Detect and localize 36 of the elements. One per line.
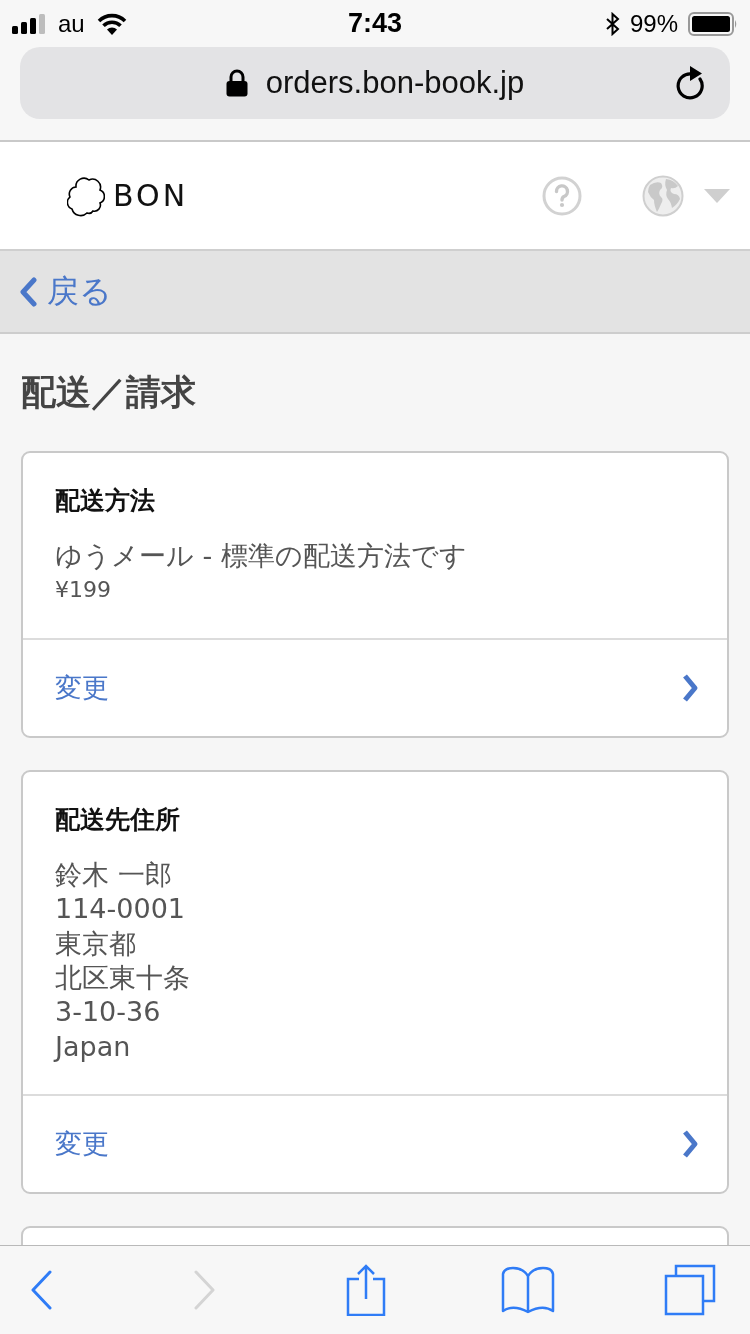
carrier-name: au — [58, 9, 85, 38]
globe-icon — [642, 174, 684, 217]
bluetooth-icon — [605, 11, 620, 36]
dropdown-caret-icon — [704, 188, 730, 203]
logo-text: BON — [113, 178, 189, 213]
detail-text: 3-10-36 — [55, 995, 162, 1030]
detail-text: 114-0001 — [55, 892, 186, 927]
chevron-right-icon — [193, 1270, 215, 1310]
address-bar[interactable]: orders.bon-book.jp — [20, 47, 730, 119]
change-link[interactable]: 変更 — [23, 637, 727, 736]
detail-text: Japan — [55, 1029, 132, 1064]
book-icon — [501, 1266, 555, 1314]
chevron-right-icon — [681, 1129, 699, 1160]
chevron-left-icon — [31, 1270, 53, 1310]
help-icon — [542, 175, 582, 216]
detail-text: 鈴木 一郎 — [55, 857, 173, 892]
card-title: 配送先住所 — [55, 803, 181, 836]
battery-percent: 99% — [629, 9, 678, 38]
page-title: 配送／請求 — [21, 371, 197, 414]
tabs-icon — [664, 1264, 716, 1316]
detail-text: 東京都 — [55, 926, 137, 961]
wifi-icon — [96, 12, 127, 35]
battery-icon — [688, 11, 738, 36]
signal-icon — [12, 13, 46, 34]
cloud-logo-icon — [67, 174, 105, 217]
detail-text: 北区東十条 — [55, 961, 191, 996]
card-title: 配送方法 — [55, 485, 156, 517]
price-text: ¥199 — [55, 576, 112, 605]
chevron-right-icon — [681, 672, 699, 703]
change-link[interactable]: 変更 — [23, 1094, 727, 1193]
back-link[interactable]: 戻る — [19, 269, 112, 314]
lock-icon — [225, 69, 248, 97]
chevron-left-icon — [19, 276, 37, 307]
detail-text: ゆうメール - 標準の配送方法です — [55, 539, 468, 573]
clock-time: 7:43 — [347, 8, 402, 39]
share-icon — [346, 1264, 386, 1316]
